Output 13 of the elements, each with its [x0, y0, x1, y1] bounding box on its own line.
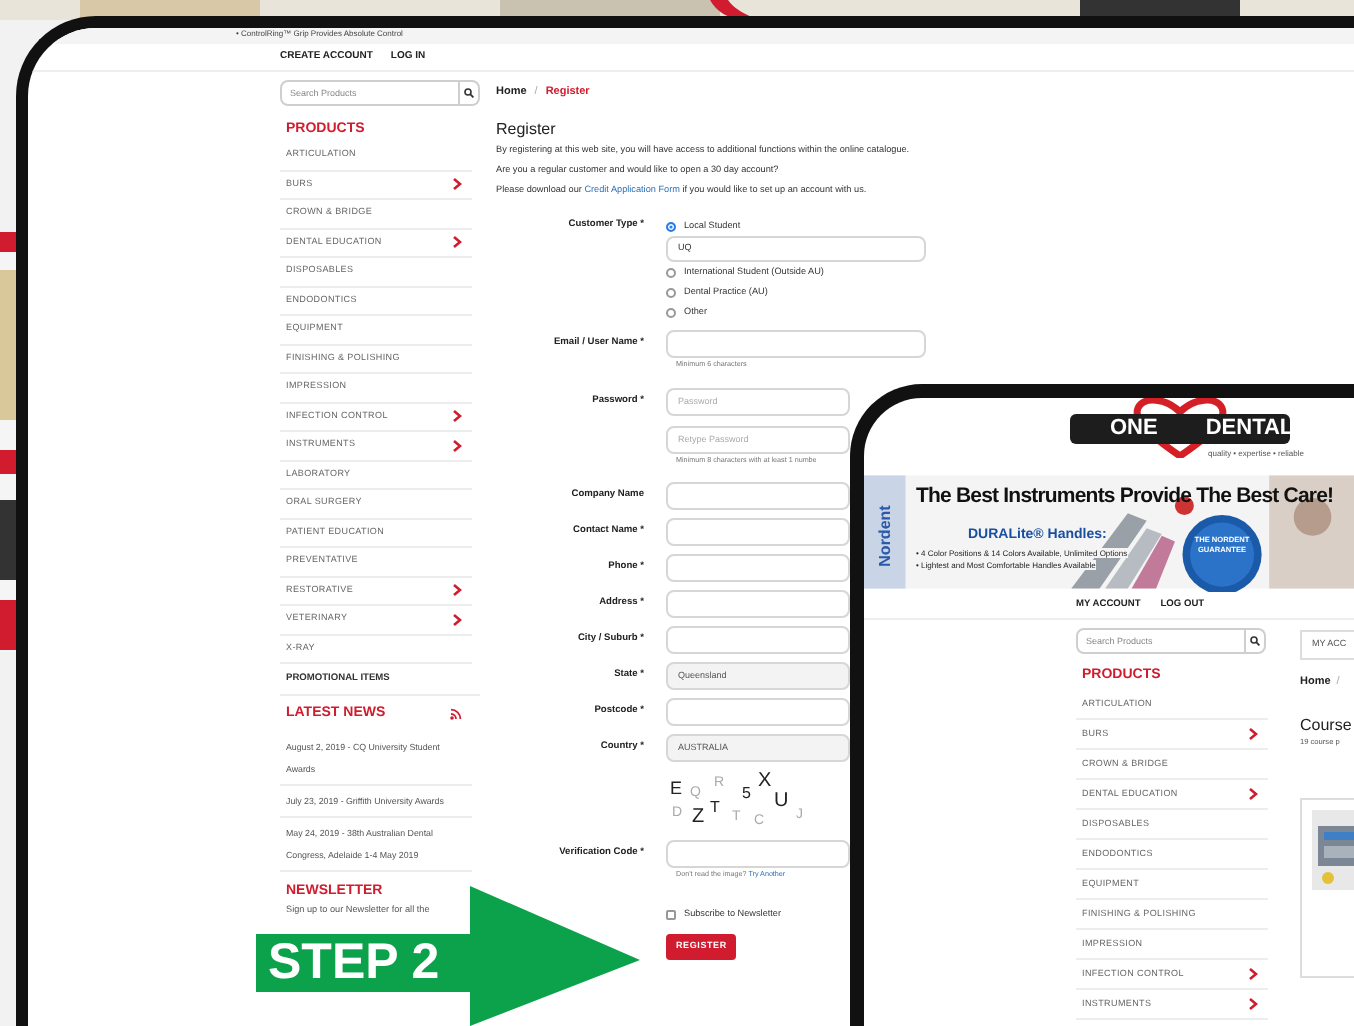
banner-headline: The Best Instruments Provide The Best Care!	[916, 482, 1334, 512]
banner-brand: Nordent	[874, 503, 896, 571]
page-title: Register	[496, 120, 558, 140]
captcha-character: 5	[742, 786, 751, 802]
page-title: Course	[1300, 716, 1354, 736]
logo-word: DENTAL	[1205, 418, 1294, 440]
step-label: STEP 2	[268, 934, 440, 992]
captcha-character: E	[670, 780, 683, 798]
captcha-character: U	[774, 792, 789, 812]
captcha-character: X	[758, 772, 772, 792]
captcha-character: T	[710, 800, 720, 816]
logo-word: ONE	[1110, 418, 1158, 440]
captcha-character: Z	[692, 808, 705, 828]
